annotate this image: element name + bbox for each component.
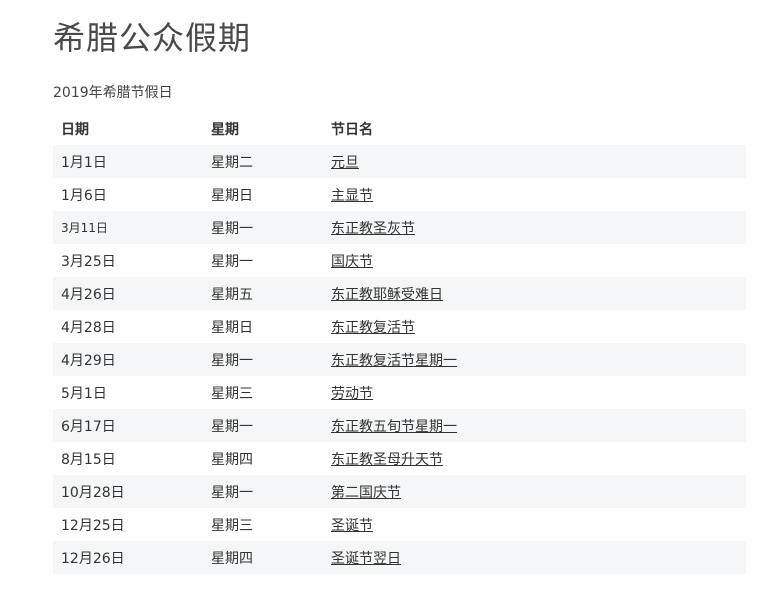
cell-weekday: 星期一: [203, 409, 323, 442]
cell-date: 4月29日: [53, 343, 203, 376]
cell-weekday: 星期日: [203, 178, 323, 211]
table-row: 1月1日 星期二 元旦: [53, 145, 746, 178]
holiday-link[interactable]: 第二国庆节: [331, 485, 401, 501]
table-row: 12月25日 星期三 圣诞节: [53, 508, 746, 541]
holiday-link[interactable]: 东正教复活节: [331, 320, 415, 336]
cell-weekday: 星期一: [203, 244, 323, 277]
cell-date: 5月1日: [53, 376, 203, 409]
cell-holiday: 主显节: [323, 178, 746, 211]
cell-holiday: 第二国庆节: [323, 475, 746, 508]
header-weekday: 星期: [211, 121, 239, 138]
cell-holiday: 东正教五旬节星期一: [323, 409, 746, 442]
cell-date: 4月28日: [53, 310, 203, 343]
table-row: 4月29日 星期一 东正教复活节星期一: [53, 343, 746, 376]
table-row: 4月26日 星期五 东正教耶稣受难日: [53, 277, 746, 310]
table-header: 日期 星期 节日名: [53, 112, 746, 145]
cell-holiday: 东正教圣母升天节: [323, 442, 746, 475]
cell-date: 8月15日: [53, 442, 203, 475]
cell-date: 6月17日: [53, 409, 203, 442]
cell-date: 12月25日: [53, 508, 203, 541]
holiday-link[interactable]: 东正教五旬节星期一: [331, 419, 457, 435]
cell-weekday: 星期一: [203, 211, 323, 244]
table-row: 5月1日 星期三 劳动节: [53, 376, 746, 409]
holiday-link[interactable]: 东正教耶稣受难日: [331, 287, 443, 303]
table-caption: 2019年希腊节假日: [53, 85, 173, 101]
cell-holiday: 东正教复活节星期一: [323, 343, 746, 376]
cell-holiday: 圣诞节翌日: [323, 541, 746, 574]
cell-date: 12月26日: [53, 541, 203, 574]
holiday-table: 日期 星期 节日名 1月1日 星期二 元旦 1月6日 星期日 主显节 3月11日…: [53, 112, 746, 574]
page-title: 希腊公众假期: [53, 19, 252, 57]
cell-weekday: 星期三: [203, 376, 323, 409]
cell-weekday: 星期二: [203, 145, 323, 178]
cell-date: 4月26日: [53, 277, 203, 310]
header-date: 日期: [61, 121, 89, 138]
table-row: 12月26日 星期四 圣诞节翌日: [53, 541, 746, 574]
cell-date: 1月1日: [53, 145, 203, 178]
cell-weekday: 星期一: [203, 475, 323, 508]
cell-weekday: 星期一: [203, 343, 323, 376]
cell-holiday: 圣诞节: [323, 508, 746, 541]
header-row: 日期 星期 节日名: [53, 112, 746, 145]
cell-holiday: 东正教圣灰节: [323, 211, 746, 244]
table-row: 3月25日 星期一 国庆节: [53, 244, 746, 277]
holiday-link[interactable]: 东正教圣母升天节: [331, 452, 443, 468]
holiday-link[interactable]: 圣诞节: [331, 518, 373, 534]
holiday-link[interactable]: 东正教圣灰节: [331, 221, 415, 237]
cell-weekday: 星期三: [203, 508, 323, 541]
cell-holiday: 国庆节: [323, 244, 746, 277]
cell-holiday: 东正教复活节: [323, 310, 746, 343]
cell-date: 3月11日: [53, 211, 203, 244]
table-row: 6月17日 星期一 东正教五旬节星期一: [53, 409, 746, 442]
cell-holiday: 东正教耶稣受难日: [323, 277, 746, 310]
table-row: 4月28日 星期日 东正教复活节: [53, 310, 746, 343]
cell-date: 10月28日: [53, 475, 203, 508]
cell-weekday: 星期日: [203, 310, 323, 343]
table-body: 1月1日 星期二 元旦 1月6日 星期日 主显节 3月11日 星期一 东正教圣灰…: [53, 145, 746, 574]
header-holiday: 节日名: [331, 121, 373, 138]
cell-date: 3月25日: [53, 244, 203, 277]
cell-weekday: 星期四: [203, 442, 323, 475]
holiday-link[interactable]: 圣诞节翌日: [331, 551, 401, 567]
cell-weekday: 星期四: [203, 541, 323, 574]
holiday-link[interactable]: 主显节: [331, 188, 373, 204]
cell-date: 1月6日: [53, 178, 203, 211]
cell-holiday: 元旦: [323, 145, 746, 178]
table-row: 1月6日 星期日 主显节: [53, 178, 746, 211]
table-row: 3月11日 星期一 东正教圣灰节: [53, 211, 746, 244]
cell-holiday: 劳动节: [323, 376, 746, 409]
table-row: 8月15日 星期四 东正教圣母升天节: [53, 442, 746, 475]
table-row: 10月28日 星期一 第二国庆节: [53, 475, 746, 508]
page-content: 希腊公众假期 2019年希腊节假日 日期 星期 节日名 1月1日 星期二 元旦 …: [53, 0, 746, 574]
holiday-link[interactable]: 元旦: [331, 155, 359, 171]
holiday-link[interactable]: 劳动节: [331, 386, 373, 402]
holiday-link[interactable]: 国庆节: [331, 254, 373, 270]
cell-weekday: 星期五: [203, 277, 323, 310]
holiday-link[interactable]: 东正教复活节星期一: [331, 353, 457, 369]
